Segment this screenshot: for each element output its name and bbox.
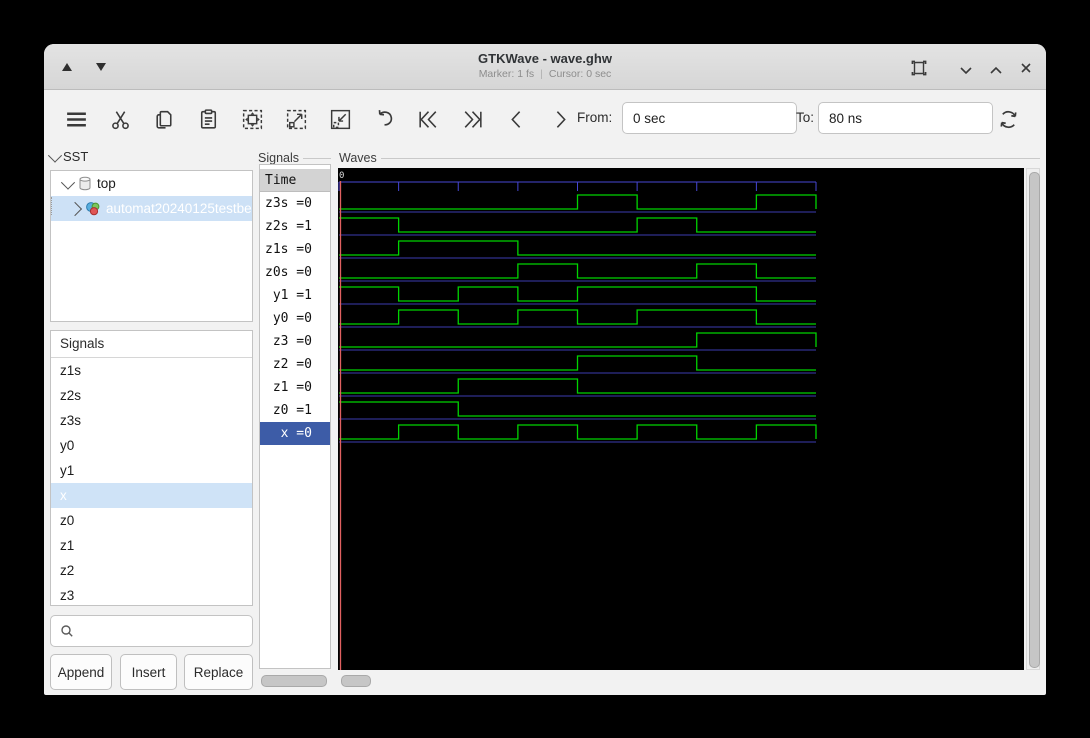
step-forward-icon[interactable] — [538, 97, 582, 141]
list-item-z1s[interactable]: z1s — [51, 358, 252, 383]
wave-trace-z1 — [339, 379, 816, 393]
desktop: { "window": { "title": "GTKWave - wave.g… — [0, 0, 1090, 738]
signal-value-row-z2s[interactable]: z2s =1 — [260, 215, 330, 238]
gtkwave-window: GTKWave - wave.ghw Marker: 1 fs | Cursor: … — [44, 44, 1046, 695]
toolbar: From: To: — [44, 90, 1046, 148]
signal-value-row-x[interactable]: x =0 — [260, 422, 330, 445]
wave-trace-x — [339, 425, 816, 439]
tree-item-top[interactable]: top — [51, 171, 252, 196]
window-title: GTKWave - wave.ghw — [44, 44, 1046, 66]
sst-tree: top automat20240125testbe — [50, 170, 253, 322]
replace-button[interactable]: Replace — [184, 654, 253, 690]
unmaximize-icon[interactable] — [957, 62, 975, 80]
signal-value-row-z2[interactable]: z2 =0 — [260, 353, 330, 376]
tree-item-label: automat20240125testbe — [106, 201, 252, 216]
sst-header[interactable]: SST — [50, 149, 88, 164]
zoom-out-size-icon[interactable] — [318, 97, 362, 141]
time-header[interactable]: Time — [260, 169, 330, 192]
search-input[interactable] — [81, 623, 261, 640]
wave-trace-z3s — [339, 195, 816, 209]
search-icon — [60, 624, 74, 638]
waves-frame-label: Waves — [339, 151, 1040, 165]
from-input[interactable] — [622, 102, 797, 134]
shade-down-button[interactable] — [96, 63, 106, 71]
wave-trace-z0s — [339, 264, 816, 278]
list-item-z1[interactable]: z1 — [51, 533, 252, 558]
zoom-in-size-icon[interactable] — [274, 97, 318, 141]
titlebar[interactable]: GTKWave - wave.ghw Marker: 1 fs | Cursor: … — [44, 44, 1046, 90]
status-line: Marker: 1 fs | Cursor: 0 sec — [44, 68, 1046, 80]
list-item-z3[interactable]: z3 — [51, 583, 252, 606]
close-icon[interactable] — [1017, 59, 1035, 77]
component-spheres-icon — [85, 201, 101, 216]
signal-value-row-z1s[interactable]: z1s =0 — [260, 238, 330, 261]
ruler-start-label: 0 — [339, 171, 344, 181]
reload-icon[interactable] — [986, 97, 1030, 141]
cylinder-icon — [78, 176, 92, 191]
signal-search[interactable] — [50, 615, 253, 647]
marker-status: Marker: 1 fs — [479, 68, 534, 80]
zoom-fit-icon[interactable] — [230, 97, 274, 141]
signals-values-panel: Time z3s =0z2s =1z1s =0z0s =0 y1 =1 y0 =… — [259, 164, 331, 669]
wave-trace-z2 — [339, 356, 816, 370]
go-to-end-icon[interactable] — [450, 97, 494, 141]
signal-value-row-z3s[interactable]: z3s =0 — [260, 192, 330, 215]
wave-trace-z1s — [339, 241, 816, 255]
status-separator: | — [540, 68, 543, 80]
tree-item-label: top — [97, 176, 116, 191]
paste-icon[interactable] — [186, 97, 230, 141]
waveform-canvas[interactable]: 0 — [338, 168, 1024, 670]
cursor-status: Cursor: 0 sec — [549, 68, 611, 80]
list-item-z3s[interactable]: z3s — [51, 408, 252, 433]
signal-list-header: Signals — [51, 331, 252, 358]
waves-hscrollbar[interactable] — [338, 674, 1024, 688]
list-item-z0[interactable]: z0 — [51, 508, 252, 533]
maximize-icon[interactable] — [987, 62, 1005, 80]
list-item-x[interactable]: x — [51, 483, 252, 508]
list-item-z2[interactable]: z2 — [51, 558, 252, 583]
chevron-down-icon[interactable] — [61, 175, 75, 189]
fit-window-icon[interactable] — [910, 59, 928, 77]
wave-trace-z3 — [339, 333, 816, 347]
wave-trace-y1 — [339, 287, 816, 301]
go-to-start-icon[interactable] — [406, 97, 450, 141]
signal-list-panel: Signals z1sz2sz3sy0y1xz0z1z2z3 — [50, 330, 253, 606]
waves-vscrollbar[interactable] — [1026, 168, 1040, 670]
sst-expander-icon[interactable] — [48, 148, 62, 162]
signals-hscrollbar[interactable] — [260, 674, 330, 688]
tree-item-automat20240125testbe[interactable]: automat20240125testbe — [51, 196, 252, 221]
to-label: To: — [796, 110, 814, 125]
undo-icon[interactable] — [362, 97, 406, 141]
list-item-y1[interactable]: y1 — [51, 458, 252, 483]
menu-icon[interactable] — [54, 97, 98, 141]
signal-value-row-y1[interactable]: y1 =1 — [260, 284, 330, 307]
signal-value-row-y0[interactable]: y0 =0 — [260, 307, 330, 330]
wave-trace-y0 — [339, 310, 816, 324]
insert-button[interactable]: Insert — [120, 654, 177, 690]
wave-trace-z0 — [339, 402, 816, 416]
signals-frame-label: Signals — [258, 151, 331, 165]
wave-trace-z2s — [339, 218, 816, 232]
copy-icon[interactable] — [142, 97, 186, 141]
from-label: From: — [577, 110, 612, 125]
append-button[interactable]: Append — [50, 654, 112, 690]
shade-up-button[interactable] — [62, 63, 72, 71]
signal-value-row-z0[interactable]: z0 =1 — [260, 399, 330, 422]
list-item-y0[interactable]: y0 — [51, 433, 252, 458]
step-back-icon[interactable] — [494, 97, 538, 141]
wave-area[interactable]: 0 — [338, 168, 1024, 670]
cut-icon[interactable] — [98, 97, 142, 141]
signal-value-row-z1[interactable]: z1 =0 — [260, 376, 330, 399]
to-input[interactable] — [818, 102, 993, 134]
signal-value-row-z3[interactable]: z3 =0 — [260, 330, 330, 353]
chevron-right-icon[interactable] — [68, 201, 82, 215]
tree-guide — [51, 197, 66, 215]
list-item-z2s[interactable]: z2s — [51, 383, 252, 408]
sst-header-label: SST — [63, 149, 88, 164]
signal-value-row-z0s[interactable]: z0s =0 — [260, 261, 330, 284]
